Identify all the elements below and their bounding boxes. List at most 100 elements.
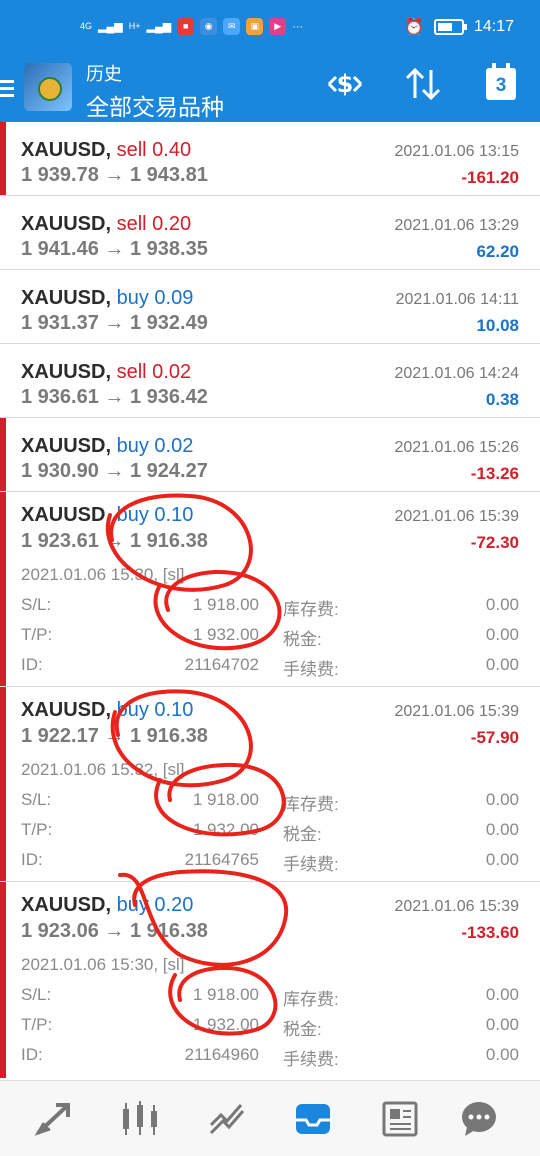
page-subtitle: 历史 [86,64,122,84]
symbol: XAUUSD, [21,435,112,457]
trade-profit: 0.38 [485,390,519,409]
close-price: 1 916.38 [129,530,208,552]
symbol: XAUUSD, [21,287,112,309]
tp-label: T/P: [21,820,53,839]
trade-prices: 1 931.37 → 1 932.49 [21,312,208,335]
trade-time: 2021.01.06 14:24 [394,365,519,382]
symbol-filter-title[interactable]: 全部交易品种 [86,88,224,122]
trade-row-expanded[interactable]: XAUUSD, buy 0.20 1 923.06 → 1 916.38 202… [0,882,540,1078]
trade-title: XAUUSD, sell 0.40 [21,139,191,162]
sort-icon[interactable] [400,64,446,104]
history-icon[interactable] [292,1098,334,1140]
trade-icon[interactable] [206,1098,248,1140]
trade-side: sell [116,361,147,383]
close-price: 1 938.35 [129,238,208,260]
swap-label: 库存费: [283,600,339,619]
trade-profit: 62.20 [476,242,519,261]
trade-prices: 1 922.17 → 1 916.38 [21,725,208,748]
close-price: 1 932.49 [129,312,208,334]
news-icon[interactable] [379,1098,421,1140]
bottom-navigation [0,1080,540,1156]
swap-value: 0.00 [485,790,519,809]
sl-label: S/L: [21,595,52,614]
trade-row[interactable]: XAUUSD, sell 0.40 1 939.78 → 1 943.81 20… [0,122,540,196]
trade-volume: 0.10 [154,699,194,721]
symbol: XAUUSD, [21,213,112,235]
arrow-icon: → [104,920,125,942]
trade-row[interactable]: XAUUSD, sell 0.02 1 936.61 → 1 936.42 20… [0,344,540,418]
swap-label: 库存费: [283,795,339,814]
trade-profit: -161.20 [461,168,519,187]
quotes-icon[interactable] [33,1098,75,1140]
signal-icon-2: ▂▄▆ [146,21,172,33]
trade-time: 2021.01.06 15:39 [394,508,519,525]
sl-value: 1 918.00 [192,595,259,614]
close-price: 1 943.81 [129,164,208,186]
arrow-icon: → [104,238,125,260]
trade-row-expanded[interactable]: XAUUSD, buy 0.10 1 923.61 → 1 916.38 202… [0,492,540,687]
sl-label: S/L: [21,985,52,1004]
trade-time: 2021.01.06 13:15 [394,143,519,160]
signal-icon: ▂▄▆ [98,21,123,33]
trade-volume: 0.40 [152,139,192,161]
battery-icon [433,19,467,35]
trade-title: XAUUSD, sell 0.20 [21,213,191,236]
trade-history-list[interactable]: XAUUSD, sell 0.40 1 939.78 → 1 943.81 20… [0,122,540,1080]
loss-indicator [0,122,6,195]
chart-icon[interactable] [119,1098,161,1140]
app-notification-icon: ◉ [200,18,218,35]
arrow-icon: → [104,725,125,747]
calendar-day: 3 [486,63,516,100]
trade-profit: -13.26 [470,464,519,483]
trade-profit: -57.90 [470,728,519,747]
loss-indicator [0,492,6,686]
status-right: ⏰ 14:17 [404,17,514,37]
trade-prices: 1 939.78 → 1 943.81 [21,164,208,187]
trade-side: buy [116,504,149,526]
close-price: 1 936.42 [129,386,208,408]
id-value: 21164960 [184,1045,259,1064]
trade-time: 2021.01.06 15:39 [394,703,519,720]
trade-volume: 0.10 [154,504,194,526]
commission-value: 0.00 [485,655,519,674]
loss-indicator [0,687,6,881]
app-notification-icon: ■ [177,18,195,35]
trade-title: XAUUSD, buy 0.20 [21,894,193,917]
message-notification-icon: ✉ [223,18,241,35]
commission-value: 0.00 [485,1045,519,1064]
arrow-icon: → [104,460,125,482]
tp-value: 1 932.00 [192,625,259,644]
trade-volume: 0.09 [154,287,194,309]
trade-side: buy [116,435,149,457]
arrow-icon: → [104,312,125,334]
sl-value: 1 918.00 [192,985,259,1004]
tp-value: 1 932.00 [192,820,259,839]
currency-exchange-icon[interactable]: $ [322,64,368,104]
tax-label: 税金: [283,630,322,649]
trade-time: 2021.01.06 13:29 [394,217,519,234]
more-notifications-icon: ··· [292,20,304,33]
trade-title: XAUUSD, buy 0.02 [21,435,193,458]
close-price: 1 916.38 [129,725,208,747]
open-time: 2021.01.06 15:32, [sl] [21,760,185,779]
trade-title: XAUUSD, buy 0.10 [21,699,193,722]
menu-icon[interactable] [0,80,14,101]
open-price: 1 939.78 [21,164,99,186]
sl-value: 1 918.00 [192,790,259,809]
id-label: ID: [21,1045,43,1064]
symbol: XAUUSD, [21,139,112,161]
id-label: ID: [21,850,43,869]
loss-indicator [0,882,6,1078]
open-price: 1 941.46 [21,238,99,260]
trade-row[interactable]: XAUUSD, buy 0.09 1 931.37 → 1 932.49 202… [0,270,540,344]
swap-value: 0.00 [485,985,519,1004]
trade-row[interactable]: XAUUSD, sell 0.20 1 941.46 → 1 938.35 20… [0,196,540,270]
trade-prices: 1 923.61 → 1 916.38 [21,530,208,553]
network-4g-indicator: 4G [80,21,93,31]
trade-row[interactable]: XAUUSD, buy 0.02 1 930.90 → 1 924.27 202… [0,418,540,492]
video-notification-icon: ▶ [269,18,287,35]
trade-row-expanded[interactable]: XAUUSD, buy 0.10 1 922.17 → 1 916.38 202… [0,687,540,882]
chat-icon[interactable] [458,1098,500,1140]
tax-value: 0.00 [485,625,519,644]
calendar-icon[interactable]: 3 [483,63,519,104]
